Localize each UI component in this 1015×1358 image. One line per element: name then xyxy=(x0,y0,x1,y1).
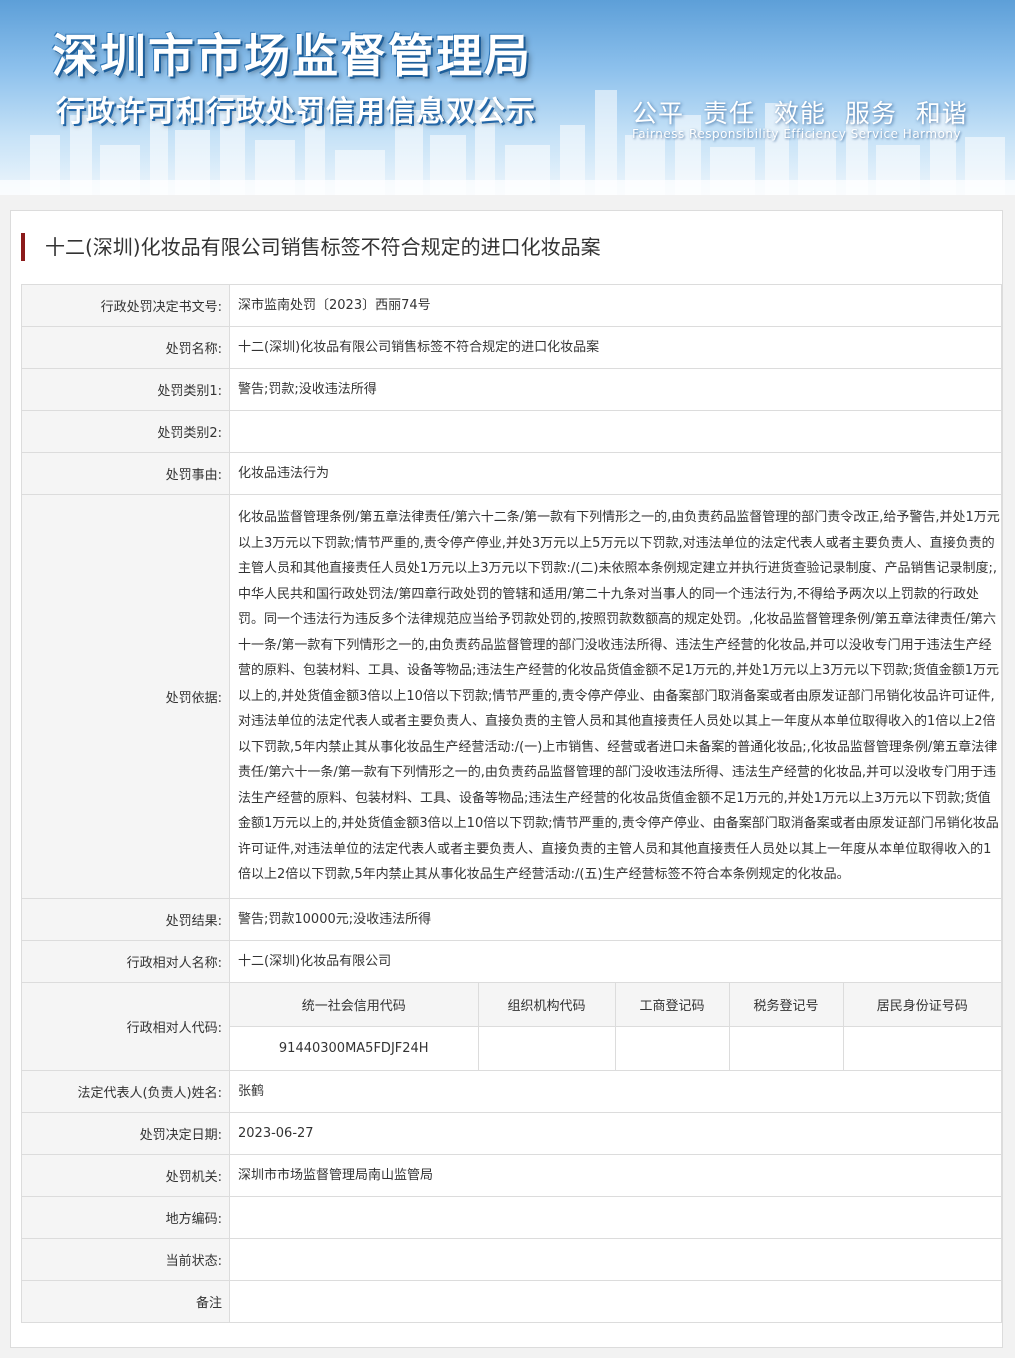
table-row: 地方编码: xyxy=(21,1196,1002,1239)
table-row: 处罚事由: 化妆品违法行为 xyxy=(21,452,1002,495)
field-value: 化妆品违法行为 xyxy=(229,452,1002,495)
site-subtitle: 行政许可和行政处罚信用信息双公示 xyxy=(56,94,537,128)
penalty-basis-text: 化妆品监督管理条例/第五章法律责任/第六十二条/第一款有下列情形之一的,由负责药… xyxy=(229,494,1002,899)
slogan-chinese: 公平 责任 效能 服务 和谐 xyxy=(632,99,968,128)
table-row: 处罚名称: 十二(深圳)化妆品有限公司销售标签不符合规定的进口化妆品案 xyxy=(21,326,1002,369)
code-value xyxy=(728,1026,844,1070)
field-value: 张鹤 xyxy=(229,1070,1002,1113)
field-value xyxy=(229,1238,1002,1281)
field-value: 十二(深圳)化妆品有限公司 xyxy=(229,940,1002,983)
case-info-table: 行政处罚决定书文号: 深市监南处罚〔2023〕西丽74号 处罚名称: 十二(深圳… xyxy=(21,284,1002,1323)
field-value: 深圳市市场监督管理局南山监管局 xyxy=(229,1154,1002,1197)
field-label: 当前状态: xyxy=(21,1238,230,1281)
field-value: 警告;罚款10000元;没收违法所得 xyxy=(229,898,1002,941)
table-row: 处罚结果: 警告;罚款10000元;没收违法所得 xyxy=(21,898,1002,941)
code-header: 统一社会信用代码 xyxy=(230,983,479,1027)
code-value xyxy=(477,1026,616,1070)
slogan-english: Fairness Responsibility Efficiency Servi… xyxy=(632,127,962,141)
table-row: 处罚类别2: xyxy=(21,410,1002,453)
table-row: 处罚依据: 化妆品监督管理条例/第五章法律责任/第六十二条/第一款有下列情形之一… xyxy=(21,494,1002,899)
field-label: 处罚类别1: xyxy=(21,368,230,411)
case-title: 十二(深圳)化妆品有限公司销售标签不符合规定的进口化妆品案 xyxy=(21,233,601,261)
field-value xyxy=(229,1280,1002,1323)
code-header: 工商登记码 xyxy=(614,983,730,1027)
field-label: 行政相对人名称: xyxy=(21,940,230,983)
field-value xyxy=(229,410,1002,453)
field-label: 行政处罚决定书文号: xyxy=(21,284,230,327)
field-label: 处罚事由: xyxy=(21,452,230,495)
table-row: 行政相对人代码: 统一社会信用代码 组织机构代码 工商登记码 税务登记号 居民身… xyxy=(21,982,1002,1071)
field-label: 备注 xyxy=(21,1280,230,1323)
code-value-row: 91440300MA5FDJF24H xyxy=(230,1026,1001,1070)
site-title: 深圳市市场监督管理局 xyxy=(52,29,532,83)
field-value: 2023-06-27 xyxy=(229,1112,1002,1155)
code-header: 居民身份证号码 xyxy=(842,983,1001,1027)
field-label: 处罚名称: xyxy=(21,326,230,369)
code-value xyxy=(614,1026,730,1070)
code-header: 组织机构代码 xyxy=(477,983,616,1027)
field-label: 处罚依据: xyxy=(21,494,230,899)
table-row: 处罚决定日期: 2023-06-27 xyxy=(21,1112,1002,1155)
case-detail-panel: 十二(深圳)化妆品有限公司销售标签不符合规定的进口化妆品案 行政处罚决定书文号:… xyxy=(10,210,1003,1348)
party-code-cell: 统一社会信用代码 组织机构代码 工商登记码 税务登记号 居民身份证号码 9144… xyxy=(229,982,1002,1071)
party-code-table: 统一社会信用代码 组织机构代码 工商登记码 税务登记号 居民身份证号码 9144… xyxy=(230,983,1001,1070)
table-row: 备注 xyxy=(21,1280,1002,1323)
field-label: 处罚机关: xyxy=(21,1154,230,1197)
field-value xyxy=(229,1196,1002,1239)
code-value xyxy=(842,1026,1001,1070)
code-header: 税务登记号 xyxy=(728,983,844,1027)
table-row: 处罚类别1: 警告;罚款;没收违法所得 xyxy=(21,368,1002,411)
table-row: 当前状态: xyxy=(21,1238,1002,1281)
code-header-row: 统一社会信用代码 组织机构代码 工商登记码 税务登记号 居民身份证号码 xyxy=(230,983,1001,1027)
table-row: 行政相对人名称: 十二(深圳)化妆品有限公司 xyxy=(21,940,1002,983)
field-label: 法定代表人(负责人)姓名: xyxy=(21,1070,230,1113)
field-label: 处罚决定日期: xyxy=(21,1112,230,1155)
field-label: 处罚类别2: xyxy=(21,410,230,453)
field-value: 深市监南处罚〔2023〕西丽74号 xyxy=(229,284,1002,327)
table-row: 处罚机关: 深圳市市场监督管理局南山监管局 xyxy=(21,1154,1002,1197)
table-row: 法定代表人(负责人)姓名: 张鹤 xyxy=(21,1070,1002,1113)
table-row: 行政处罚决定书文号: 深市监南处罚〔2023〕西丽74号 xyxy=(21,284,1002,327)
field-label: 处罚结果: xyxy=(21,898,230,941)
field-value: 十二(深圳)化妆品有限公司销售标签不符合规定的进口化妆品案 xyxy=(229,326,1002,369)
field-label: 地方编码: xyxy=(21,1196,230,1239)
code-value: 91440300MA5FDJF24H xyxy=(230,1026,479,1070)
header-banner: 深圳市市场监督管理局 行政许可和行政处罚信用信息双公示 公平 责任 效能 服务 … xyxy=(0,0,1015,195)
field-label: 行政相对人代码: xyxy=(21,982,230,1071)
field-value: 警告;罚款;没收违法所得 xyxy=(229,368,1002,411)
